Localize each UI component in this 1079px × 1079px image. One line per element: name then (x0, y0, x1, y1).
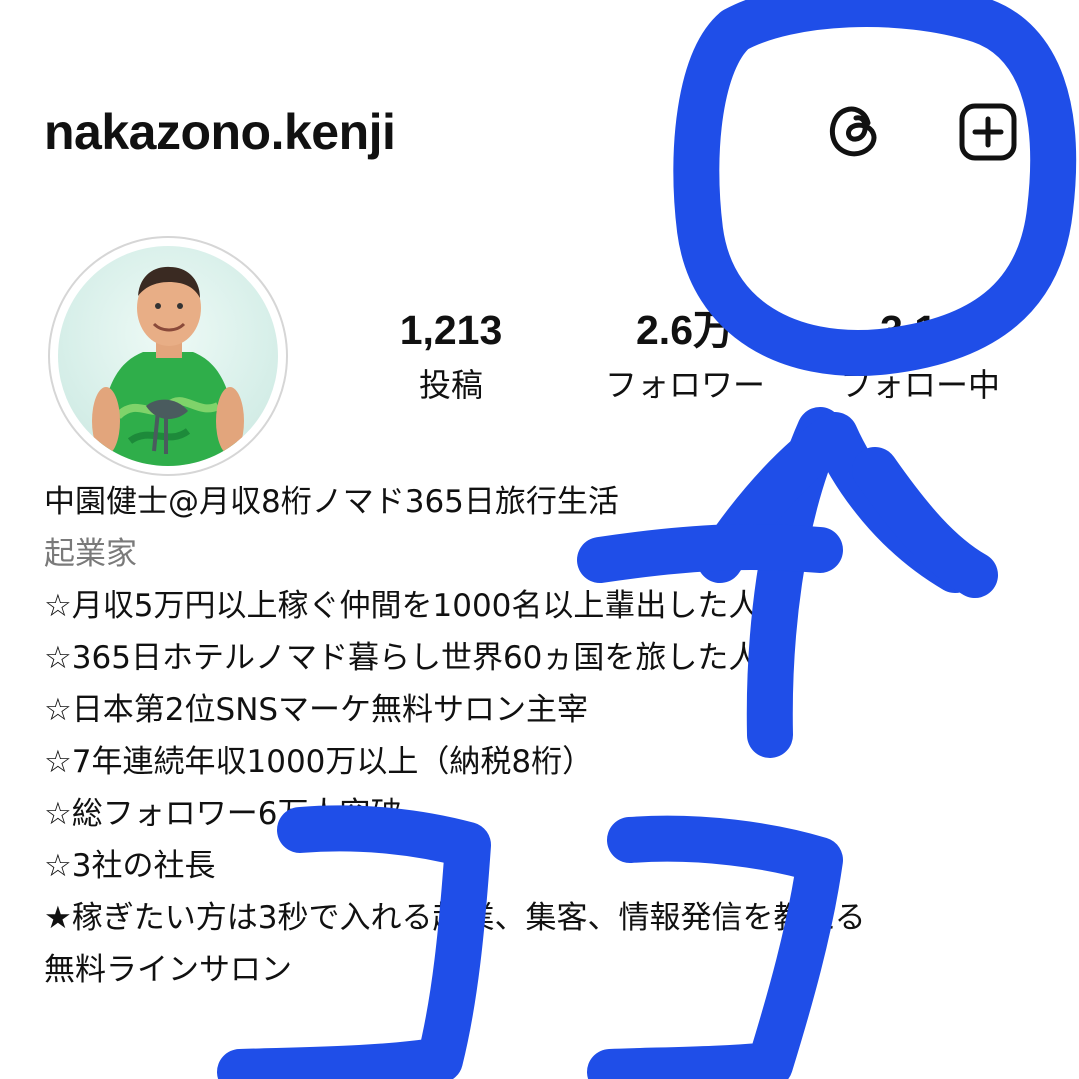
following-count: 3.14 (880, 307, 960, 353)
profile-username[interactable]: nakazono.kenji (44, 100, 396, 164)
stat-posts[interactable]: 1,213 投稿 (331, 305, 571, 407)
followers-count: 2.6万 (636, 307, 734, 353)
profile-bio: 中園健士@月収8桁ノマド365日旅行生活 起業家 ☆月収5万円以上稼ぐ仲間を10… (44, 476, 1064, 996)
create-post-icon[interactable] (958, 102, 1018, 162)
bio-line: ☆365日ホテルノマド暮らし世界60ヵ国を旅した人 (44, 640, 760, 676)
posts-label: 投稿 (418, 366, 483, 404)
bio-line: ☆日本第2位SNSマーケ無料サロン主宰 (44, 692, 589, 728)
avatar-photo (58, 246, 278, 466)
bio-line: ☆7年連続年収1000万以上（納税8桁） (44, 744, 594, 780)
profile-avatar[interactable] (48, 236, 288, 476)
bio-line: ☆総フォロワー6万人突破 (44, 796, 402, 832)
bio-line: ☆月収5万円以上稼ぐ仲間を1000名以上輩出した人 (44, 588, 760, 624)
bio-line: ★稼ぎたい方は3秒で入れる起業、集客、情報発信を教える (44, 900, 866, 936)
bio-line: 無料ラインサロン (44, 952, 292, 988)
following-label: フォロー中 (839, 366, 1000, 404)
bio-name: 中園健士@月収8桁ノマド365日旅行生活 (44, 484, 619, 520)
threads-icon[interactable] (826, 102, 884, 160)
stat-following[interactable]: 3.14 フォロー中 (800, 305, 1040, 407)
stat-followers[interactable]: 2.6万 フォロワー (565, 305, 805, 407)
followers-label: フォロワー (604, 366, 765, 404)
bio-category: 起業家 (44, 536, 137, 572)
posts-count: 1,213 (399, 307, 503, 353)
bio-line: ☆3社の社長 (44, 848, 216, 884)
